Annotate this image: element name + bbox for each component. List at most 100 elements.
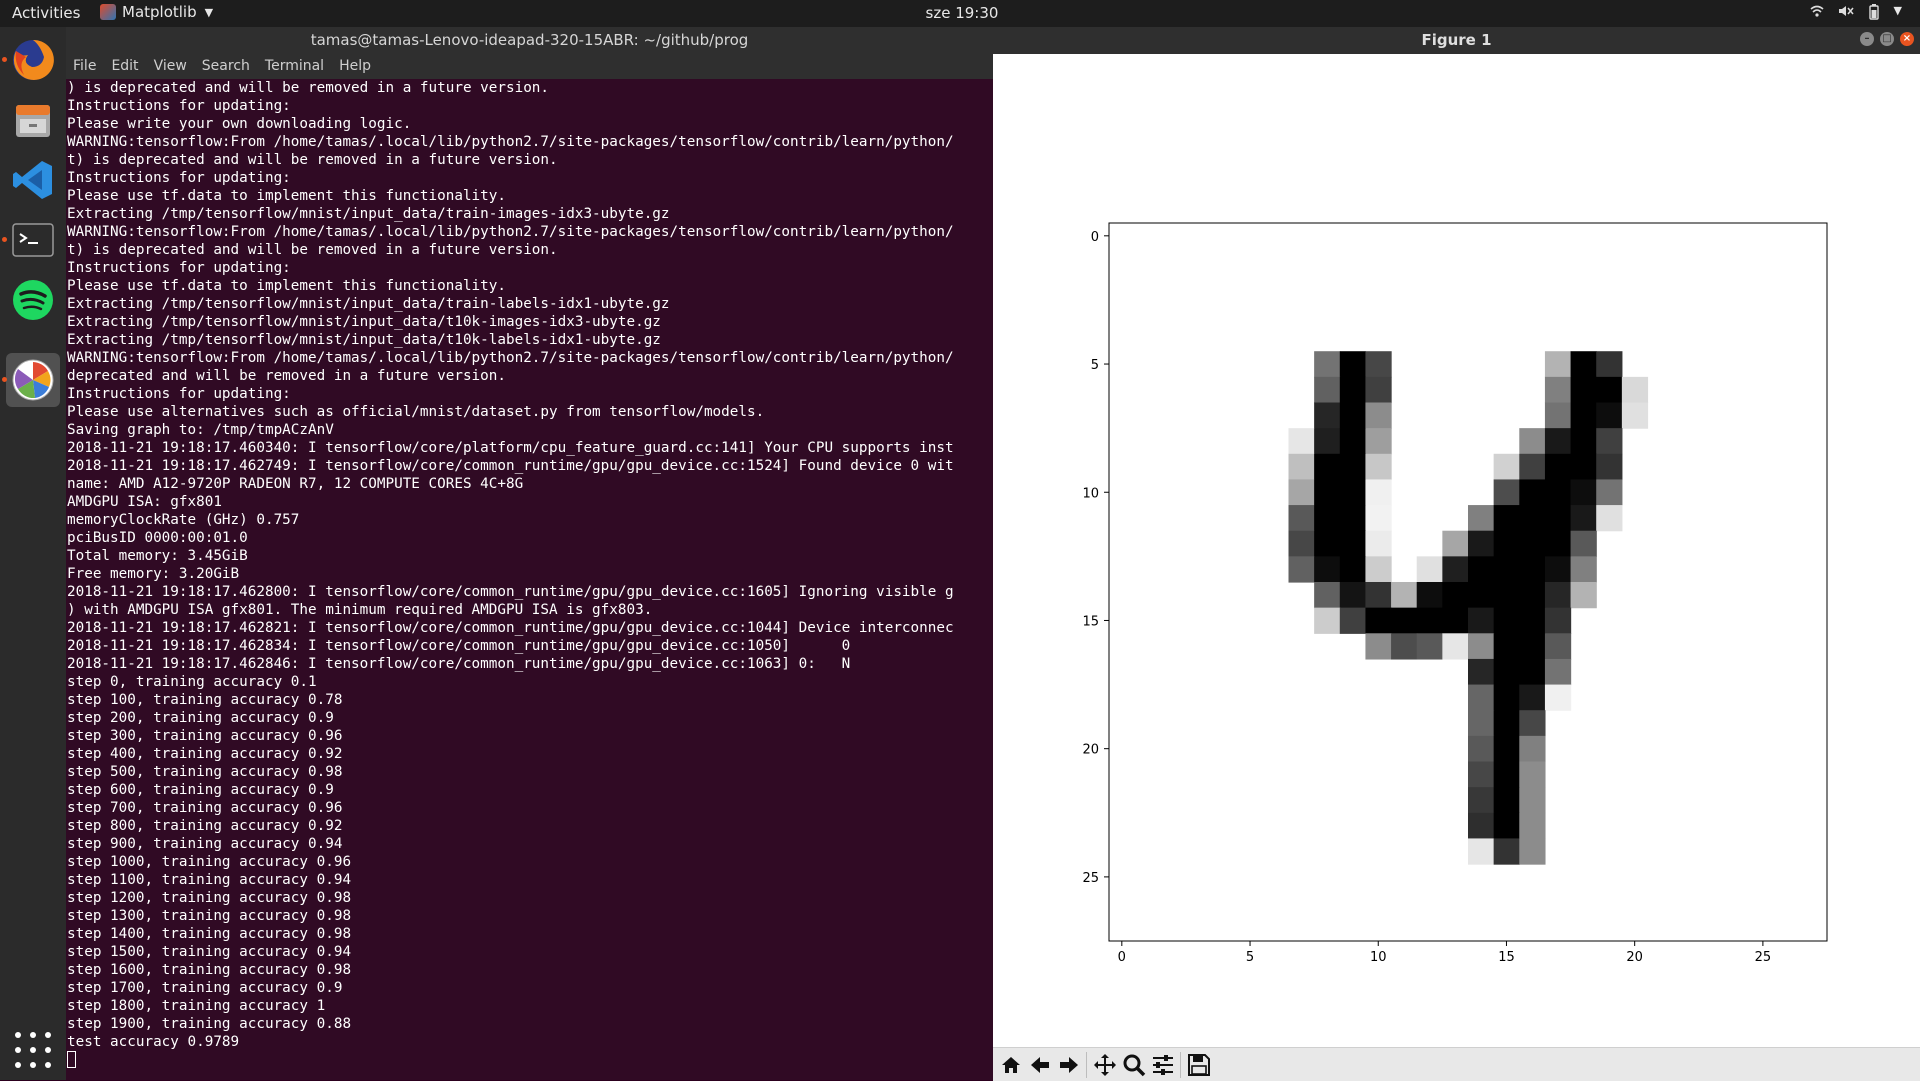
terminal-line: step 1400, training accuracy 0.98 xyxy=(67,926,352,942)
pixel-cell xyxy=(1288,428,1315,455)
pixel-cell xyxy=(1519,582,1546,609)
dock-spotify[interactable] xyxy=(6,273,60,327)
pixel-cell xyxy=(1570,505,1597,532)
system-menu-chevron-icon: ▼ xyxy=(1893,4,1902,17)
menu-terminal[interactable]: Terminal xyxy=(265,53,324,79)
terminal-line: step 500, training accuracy 0.98 xyxy=(67,764,343,780)
system-tray[interactable]: ▼ xyxy=(1810,4,1902,24)
y-tick-label: 25 xyxy=(1082,871,1099,886)
configure-subplots-icon[interactable] xyxy=(1151,1053,1175,1077)
menu-search[interactable]: Search xyxy=(202,53,250,79)
pixel-cell xyxy=(1570,530,1597,557)
terminal-line: t) is deprecated and will be removed in … xyxy=(67,152,558,168)
pixel-cell xyxy=(1339,428,1367,455)
pixel-cell xyxy=(1596,453,1623,481)
pixel-cell xyxy=(1544,582,1572,609)
menu-file[interactable]: File xyxy=(73,53,96,79)
dock-vscode[interactable] xyxy=(6,153,60,207)
pixel-cell xyxy=(1365,633,1392,660)
pixel-cell xyxy=(1416,607,1443,634)
pixel-cell xyxy=(1544,530,1572,557)
pixel-cell xyxy=(1314,351,1341,378)
running-indicator xyxy=(2,237,7,242)
pixel-cell xyxy=(1493,505,1520,532)
pixel-cell xyxy=(1544,453,1572,481)
chevron-down-icon: ▼ xyxy=(204,5,214,19)
pixel-cell xyxy=(1314,402,1341,429)
pixel-cell xyxy=(1493,710,1520,737)
forward-icon[interactable] xyxy=(1057,1053,1081,1077)
app-menu[interactable]: Matplotlib ▼ xyxy=(100,3,213,21)
pixel-cell xyxy=(1339,479,1367,506)
terminal-line: step 1800, training accuracy 1 xyxy=(67,998,326,1014)
pixel-cell xyxy=(1339,556,1367,583)
app-menu-label: Matplotlib xyxy=(122,3,197,21)
terminal-line: step 400, training accuracy 0.92 xyxy=(67,746,343,762)
close-button[interactable]: × xyxy=(1900,32,1914,46)
clock[interactable]: sze 19:30 xyxy=(926,4,999,22)
dock-firefox[interactable] xyxy=(2,33,60,87)
pixel-cell xyxy=(1339,607,1367,634)
pixel-cell xyxy=(1570,582,1597,609)
terminal-window[interactable]: tamas@tamas-Lenovo-ideapad-320-15ABR: ~/… xyxy=(66,27,993,1080)
maximize-button[interactable]: □ xyxy=(1880,32,1894,46)
matplotlib-app-icon xyxy=(100,4,116,20)
back-icon[interactable] xyxy=(1028,1053,1052,1077)
toolbar-separator xyxy=(1086,1052,1087,1078)
pixel-cell xyxy=(1288,530,1315,557)
terminal-line: Instructions for updating: xyxy=(67,386,291,402)
terminal-output[interactable]: ) is deprecated and will be removed in a… xyxy=(67,79,993,1080)
terminal-line: deprecated and will be removed in a futu… xyxy=(67,368,506,384)
vscode-icon xyxy=(13,161,52,199)
dock-terminal[interactable] xyxy=(2,213,60,267)
pixel-cell xyxy=(1468,761,1495,788)
save-icon[interactable] xyxy=(1187,1053,1211,1077)
pixel-cell xyxy=(1519,428,1546,455)
terminal-line: name: AMD A12-9720P RADEON R7, 12 COMPUT… xyxy=(67,476,524,492)
activities-button[interactable]: Activities xyxy=(12,4,80,22)
menu-edit[interactable]: Edit xyxy=(111,53,138,79)
terminal-line: memoryClockRate (GHz) 0.757 xyxy=(67,512,300,528)
pixel-cell xyxy=(1365,582,1392,609)
pixel-cell xyxy=(1416,582,1443,609)
terminal-line: Total memory: 3.45GiB xyxy=(67,548,248,564)
terminal-line: step 700, training accuracy 0.96 xyxy=(67,800,343,816)
pixel-cell xyxy=(1519,505,1546,532)
terminal-line: step 1000, training accuracy 0.96 xyxy=(67,854,352,870)
pixel-cell xyxy=(1339,453,1367,481)
figure-window[interactable]: Figure 1 – □ × 0 5 10 15 20 25 0 5 10 15 20 25 xyxy=(993,27,1920,1081)
plot-canvas[interactable]: 0 5 10 15 20 25 0 5 10 15 20 25 xyxy=(993,54,1920,1047)
pixel-cell xyxy=(1544,479,1572,506)
menu-view[interactable]: View xyxy=(154,53,187,79)
pixel-cell xyxy=(1365,607,1392,634)
terminal-line: ) with AMDGPU ISA gfx801. The minimum re… xyxy=(67,602,653,618)
zoom-icon[interactable] xyxy=(1122,1053,1146,1077)
pan-icon[interactable] xyxy=(1093,1053,1117,1077)
pixel-cell xyxy=(1544,607,1572,634)
terminal-line: WARNING:tensorflow:From /home/tamas/.loc… xyxy=(67,224,954,240)
dock-matplotlib[interactable] xyxy=(2,353,60,407)
battery-icon xyxy=(1868,4,1880,24)
terminal-line: step 200, training accuracy 0.9 xyxy=(67,710,334,726)
minimize-button[interactable]: – xyxy=(1860,32,1874,46)
terminal-cursor xyxy=(67,1051,76,1068)
pixel-cell xyxy=(1442,607,1469,634)
pixel-cell xyxy=(1596,402,1623,429)
home-icon[interactable] xyxy=(999,1053,1023,1077)
image-pixels xyxy=(1288,351,1649,865)
dock-files[interactable] xyxy=(6,93,60,147)
menu-help[interactable]: Help xyxy=(339,53,371,79)
pixel-cell xyxy=(1544,684,1572,711)
show-applications-icon[interactable] xyxy=(15,1032,51,1068)
pixel-cell xyxy=(1493,633,1520,660)
top-bar: Activities Matplotlib ▼ sze 19:30 ▼ xyxy=(0,0,1920,27)
pixel-cell xyxy=(1442,633,1469,660)
y-tick-label: 15 xyxy=(1082,614,1099,629)
terminal-line: step 100, training accuracy 0.78 xyxy=(67,692,343,708)
terminal-line: 2018-11-21 19:18:17.462800: I tensorflow… xyxy=(67,584,954,600)
figure-toolbar xyxy=(993,1047,1920,1081)
pixel-cell xyxy=(1493,838,1520,865)
running-indicator xyxy=(2,377,7,382)
pixel-cell xyxy=(1416,633,1443,660)
terminal-line: Instructions for updating: xyxy=(67,170,291,186)
